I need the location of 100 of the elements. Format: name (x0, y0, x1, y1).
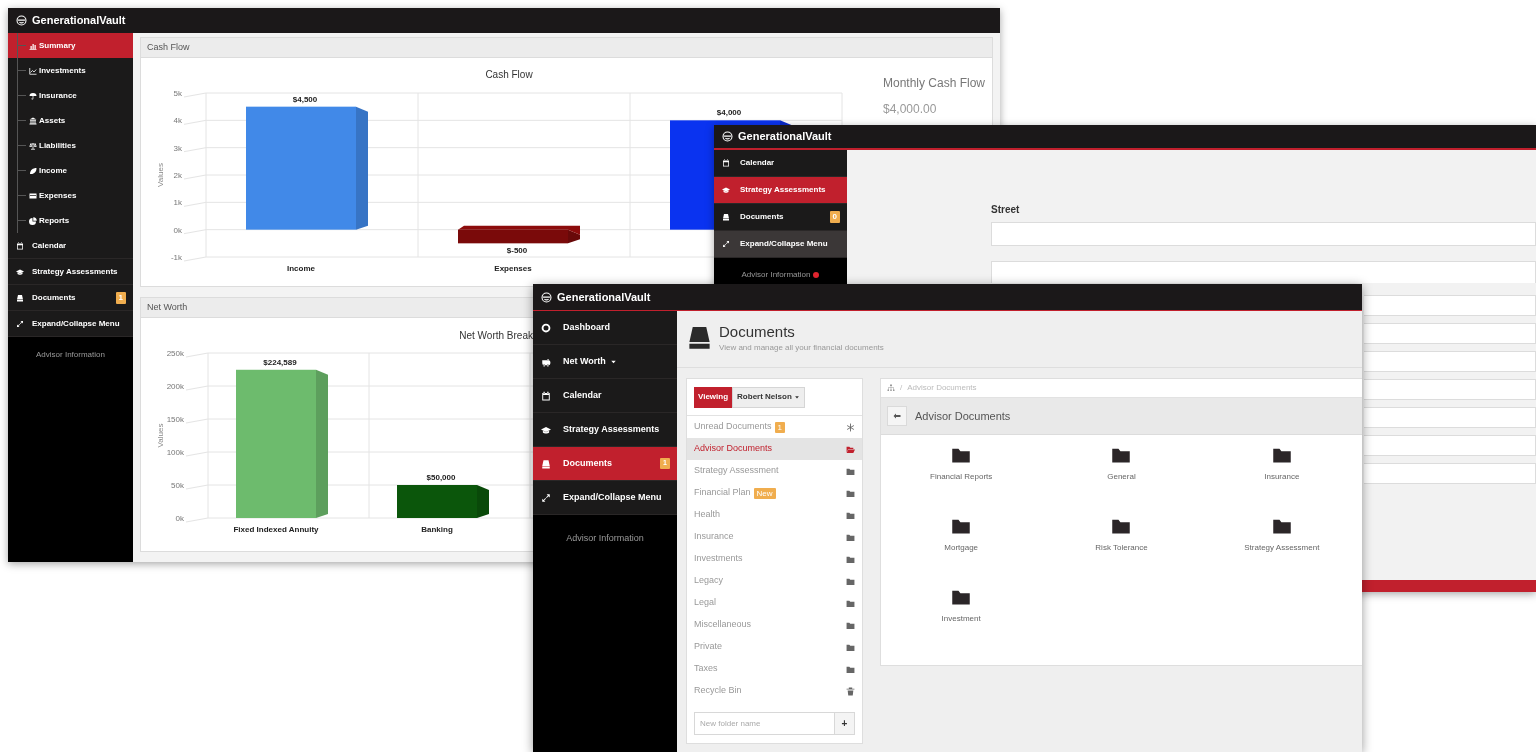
sidebar-item[interactable]: Insurance (8, 83, 133, 108)
expand-icon (722, 240, 730, 248)
folder-title: Advisor Documents (915, 408, 1011, 424)
input-field[interactable] (1364, 351, 1536, 372)
sidebar-item[interactable]: Reports (8, 208, 133, 233)
sidebar-item[interactable]: Strategy Assessments (533, 413, 677, 447)
axis-tick-label: 200k (166, 382, 184, 391)
data-label: $4,000 (716, 108, 742, 118)
sidebar-item[interactable]: Documents 1 (8, 285, 133, 311)
open-folder-icon (846, 444, 855, 454)
sidebar-item[interactable]: Calendar (533, 379, 677, 413)
data-label: $50,000 (426, 473, 456, 482)
graduation-cap-icon (541, 424, 551, 435)
sidebar-item[interactable]: Strategy Assessments (714, 177, 847, 204)
data-label: $224,589 (263, 357, 297, 367)
advisor-link[interactable]: Advisor Information (566, 532, 644, 546)
data-label: $4,500 (292, 94, 318, 104)
data-label: $-500 (506, 246, 528, 256)
sitemap-icon (887, 384, 895, 392)
category-label: Expenses (494, 264, 532, 273)
input-field[interactable] (991, 222, 1536, 246)
folder-item[interactable]: General (1107, 445, 1136, 483)
bar-chart-icon (29, 41, 37, 50)
page-title: Documents (719, 322, 796, 342)
bar-side (568, 229, 580, 244)
drive-icon (541, 458, 551, 469)
calendar-icon (16, 241, 24, 250)
drive-icon (16, 293, 24, 302)
sidebar-item[interactable]: Expenses (8, 183, 133, 208)
axis-title: Values (156, 163, 165, 187)
count-badge: New (753, 487, 776, 499)
breadcrumb-separator: / (900, 382, 903, 394)
sidebar-item[interactable]: Dashboard (533, 311, 677, 345)
line-chart-icon (29, 66, 37, 75)
app-title: GenerationalVault (738, 129, 832, 145)
back-button[interactable] (887, 406, 907, 426)
axis-tick-label: 0k (173, 225, 182, 235)
count-badge: 0 (829, 211, 840, 223)
user-dropdown[interactable]: Robert Nelson (732, 386, 805, 408)
axis-tick-label: 3k (173, 143, 182, 153)
count-badge: 1 (115, 291, 126, 304)
folder-icon (846, 664, 855, 674)
input-field[interactable] (1364, 463, 1536, 484)
input-field[interactable] (991, 261, 1536, 283)
sidebar-item[interactable]: Income (8, 158, 133, 183)
axis-tick-label: 100k (166, 448, 184, 457)
folder-item[interactable]: Financial Reports (930, 445, 993, 483)
folder-icon (846, 598, 855, 608)
folder-list-item[interactable]: Advisor Documents (687, 438, 862, 460)
leaf-icon (29, 166, 37, 175)
sidebar-item[interactable]: Expand/Collapse Menu (8, 311, 133, 337)
sidebar-item[interactable]: Net Worth (533, 345, 677, 379)
input-field[interactable] (1364, 407, 1536, 428)
input-field[interactable] (1364, 435, 1536, 456)
axis-tick-label: 1k (173, 198, 182, 208)
category-label: Banking (421, 525, 453, 534)
axis-tick-label: 250k (166, 349, 184, 358)
folder-item[interactable]: Risk Tolerance (1095, 516, 1148, 554)
sidebar-item[interactable]: Summary (8, 33, 133, 58)
axis-tick-label: 5k (173, 89, 182, 98)
app-title: GenerationalVault (32, 13, 126, 29)
advisor-link[interactable]: Advisor Information (741, 269, 811, 281)
folder-item[interactable]: Mortgage (944, 516, 979, 554)
count-badge: 1 (774, 421, 785, 433)
sidebar-item[interactable]: Documents 0 (714, 204, 847, 231)
sidebar-item[interactable]: Liabilities (8, 133, 133, 158)
sidebar-item[interactable]: Expand/Collapse Menu (714, 231, 847, 258)
caret-icon (793, 394, 800, 400)
back-arrow-icon (893, 412, 901, 420)
summary-label: Monthly Cash Flow (883, 75, 986, 92)
folder-item[interactable]: Investment (941, 587, 981, 625)
sidebar-item[interactable]: Assets (8, 108, 133, 133)
drive-icon (722, 213, 730, 221)
sidebar-item[interactable]: Calendar (714, 150, 847, 177)
summary-value: $4,000.00 (883, 101, 938, 118)
sidebar-item[interactable]: Calendar (8, 233, 133, 259)
advisor-link[interactable]: Advisor Information (36, 349, 105, 361)
logo-icon (722, 131, 733, 142)
folder-item[interactable]: Insurance (1264, 445, 1300, 483)
axis-tick-label: 2k (173, 171, 182, 180)
category-label: Income (287, 264, 315, 273)
expand-icon (541, 492, 551, 503)
calendar-icon (722, 159, 730, 167)
trash-icon (846, 686, 855, 696)
sidebar-item[interactable]: Strategy Assessments (8, 259, 133, 285)
sidebar-item[interactable]: Investments (8, 58, 133, 83)
add-folder-button[interactable]: + (834, 713, 854, 734)
bar-side (477, 485, 489, 518)
graduation-cap-icon (722, 186, 730, 194)
chart-title: Cash Flow (485, 69, 533, 80)
folder-item[interactable]: Strategy Assessment (1244, 516, 1320, 554)
input-field[interactable] (1364, 379, 1536, 400)
logo-icon (16, 15, 27, 26)
input-field[interactable] (1364, 323, 1536, 344)
viewing-label: Viewing (694, 386, 733, 408)
input-field[interactable] (1364, 295, 1536, 316)
axis-tick-label: 0k (175, 514, 184, 523)
pie-chart-icon (29, 216, 37, 225)
sidebar-item[interactable]: Expand/Collapse Menu (533, 481, 677, 515)
new-folder-field[interactable]: New folder name + (694, 712, 855, 735)
